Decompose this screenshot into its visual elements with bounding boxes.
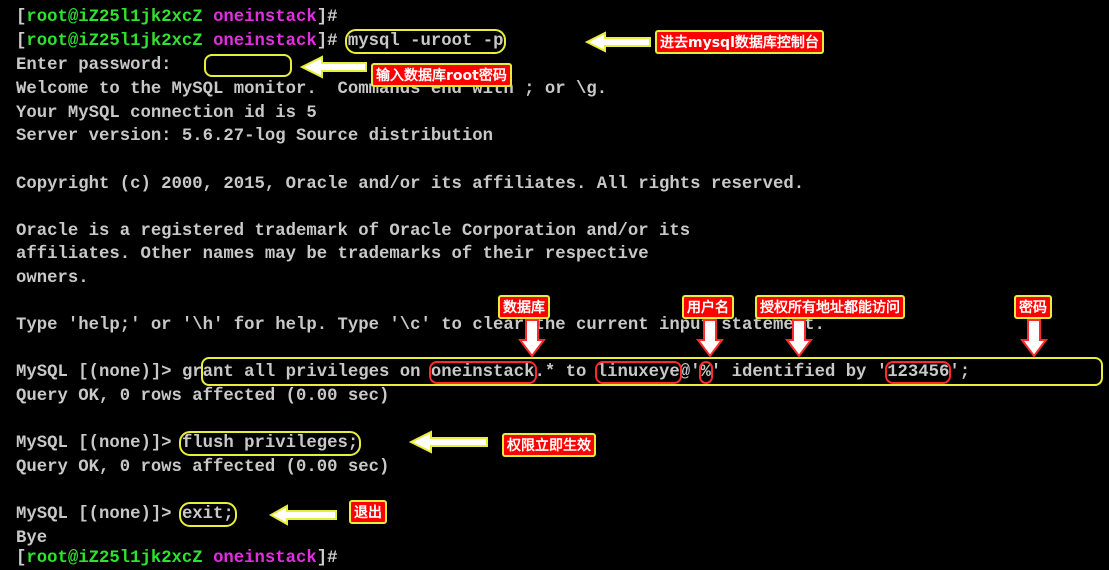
arrow-down-icon — [1020, 319, 1048, 358]
oracle-notice-line-2: affiliates. Other names may be trademark… — [16, 245, 649, 264]
shell-command-line: [root@iZ25l1jk2xcZ oneinstack]# mysql -u… — [16, 29, 507, 54]
prompt-directory: oneinstack — [213, 32, 317, 51]
arrow-left-icon — [584, 31, 651, 53]
mysql-prompt: MySQL [(none)]> — [16, 505, 182, 524]
shell-prompt-final[interactable]: [root@iZ25l1jk2xcZ oneinstack]# — [16, 547, 338, 570]
copyright-line: Copyright (c) 2000, 2015, Oracle and/or … — [16, 175, 805, 194]
terminal-window[interactable]: [root@iZ25l1jk2xcZ oneinstack]# [root@iZ… — [0, 0, 1109, 570]
mysql-prompt: MySQL [(none)]> — [16, 434, 182, 453]
exit-command-line: MySQL [(none)]> exit; — [16, 502, 237, 527]
prompt-user-host: root@iZ25l1jk2xcZ — [26, 549, 203, 568]
welcome-line: Welcome to the MySQL monitor. Commands e… — [16, 80, 608, 99]
prompt-user-host: root@iZ25l1jk2xcZ — [26, 32, 203, 51]
server-version-line: Server version: 5.6.27-log Source distri… — [16, 127, 494, 146]
arrow-left-icon — [408, 430, 488, 454]
shell-prompt-line: [root@iZ25l1jk2xcZ oneinstack]# — [16, 8, 338, 27]
oracle-notice-line-1: Oracle is a registered trademark of Orac… — [16, 222, 691, 241]
oracle-notice-line-3: owners. — [16, 269, 89, 288]
annotation-password: 密码 — [1014, 295, 1052, 319]
exit-command: exit; — [178, 502, 237, 527]
flush-privileges-command: flush privileges; — [178, 431, 362, 456]
mysql-prompt: MySQL [(none)]> — [16, 363, 182, 382]
annotation-effective-now: 权限立即生效 — [502, 433, 596, 457]
enter-password-line: Enter password: — [16, 56, 172, 75]
prompt-directory: oneinstack — [213, 549, 317, 568]
arrow-left-icon — [299, 55, 367, 79]
query-ok-line: Query OK, 0 rows affected (0.00 sec) — [16, 387, 390, 406]
annotation-all-hosts: 授权所有地址都能访问 — [755, 295, 905, 319]
annotation-enter-console: 进去mysql数据库控制台 — [655, 30, 824, 54]
grant-command-highlight — [201, 357, 1103, 386]
annotation-enter-root-password: 输入数据库root密码 — [371, 63, 512, 87]
prompt-directory: oneinstack — [213, 8, 317, 27]
annotation-username: 用户名 — [682, 295, 734, 319]
prompt-user-host: root@iZ25l1jk2xcZ — [26, 8, 203, 27]
mysql-login-command: mysql -uroot -p — [344, 29, 507, 54]
flush-command-line: MySQL [(none)]> flush privileges; — [16, 431, 362, 456]
annotation-database: 数据库 — [498, 295, 550, 319]
connection-id-line: Your MySQL connection id is 5 — [16, 104, 317, 123]
arrow-left-icon — [268, 504, 337, 526]
annotation-quit: 退出 — [349, 500, 387, 524]
password-input-highlight[interactable] — [204, 54, 292, 77]
query-ok-line: Query OK, 0 rows affected (0.00 sec) — [16, 458, 390, 477]
